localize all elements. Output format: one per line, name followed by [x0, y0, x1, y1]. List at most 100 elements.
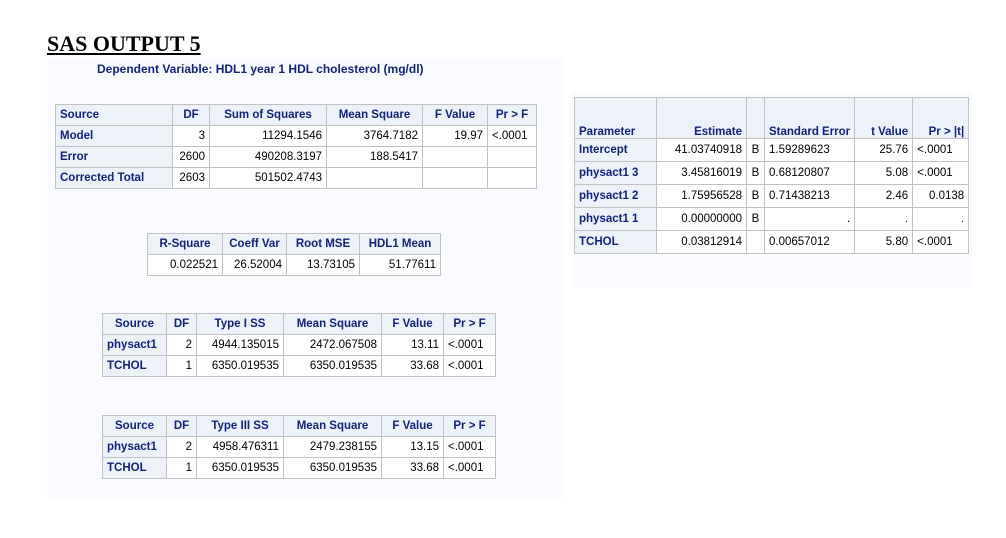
type1-header-type-i-ss: Type I SS — [196, 313, 284, 335]
table-cell: <.0001 — [912, 230, 970, 254]
table-cell: <.0001 — [912, 138, 970, 162]
table-cell: 33.68 — [381, 457, 444, 479]
table-cell: 2 — [166, 334, 197, 356]
table-cell: 6350.019535 — [283, 355, 382, 377]
table-cell — [422, 167, 488, 189]
table-row: physact1 2 4958.476311 2479.238155 13.15… — [102, 436, 496, 458]
type1-header-mean-square: Mean Square — [283, 313, 382, 335]
table-row: TCHOL 0.03812914 0.00657012 5.80 <.0001 — [574, 230, 970, 254]
table-cell: 0.022521 — [147, 254, 223, 276]
table-row: physact1 3 3.45816019 B 0.68120807 5.08 … — [574, 161, 970, 185]
type3-header-df: DF — [166, 415, 197, 437]
type3-header-f-value: F Value — [381, 415, 444, 437]
table-cell: 13.15 — [381, 436, 444, 458]
type1-ss-table: Source DF Type I SS Mean Square F Value … — [102, 313, 496, 377]
table-cell: . — [763, 207, 856, 231]
table-cell: . — [912, 207, 970, 231]
anova-header-sum-of-squares: Sum of Squares — [209, 104, 327, 126]
params-header-estimate: Estimate — [656, 97, 747, 139]
table-cell: 2600 — [172, 146, 210, 168]
table-cell — [487, 146, 537, 168]
table-cell: B — [746, 161, 765, 185]
table-cell: 490208.3197 — [209, 146, 327, 168]
table-row: Intercept 41.03740918 B 1.59289623 25.76… — [574, 138, 970, 162]
row-label: Intercept — [574, 138, 657, 162]
table-cell: 3.45816019 — [656, 161, 747, 185]
row-label: TCHOL — [574, 230, 657, 254]
fit-header-root-mse: Root MSE — [286, 233, 360, 255]
row-label: physact1 2 — [574, 184, 657, 208]
anova-table: Source DF Sum of Squares Mean Square F V… — [55, 104, 537, 189]
table-cell: 0.71438213 — [763, 184, 856, 208]
anova-header-df: DF — [172, 104, 210, 126]
type3-header-mean-square: Mean Square — [283, 415, 382, 437]
params-header-parameter: Parameter — [574, 97, 657, 139]
table-cell: <.0001 — [443, 457, 496, 479]
fit-statistics-table: R-Square Coeff Var Root MSE HDL1 Mean 0.… — [147, 233, 441, 276]
anova-header-row: Source DF Sum of Squares Mean Square F V… — [55, 104, 537, 126]
table-cell: 3 — [172, 125, 210, 147]
table-cell: 0.0138 — [912, 184, 970, 208]
row-label: Error — [55, 146, 173, 168]
type1-header-source: Source — [102, 313, 167, 335]
fit-header-r-square: R-Square — [147, 233, 223, 255]
table-cell: 26.52004 — [222, 254, 287, 276]
table-cell: 0.03812914 — [656, 230, 747, 254]
table-cell — [422, 146, 488, 168]
table-cell: 1 — [166, 457, 197, 479]
table-cell — [326, 167, 423, 189]
table-cell: <.0001 — [443, 334, 496, 356]
table-row: physact1 1 0.00000000 B . . . — [574, 207, 970, 231]
table-cell: 0.00000000 — [656, 207, 747, 231]
table-row: TCHOL 1 6350.019535 6350.019535 33.68 <.… — [102, 355, 496, 377]
page-heading: SAS OUTPUT 5 — [47, 31, 201, 56]
table-cell: 2603 — [172, 167, 210, 189]
table-cell: 13.73105 — [286, 254, 360, 276]
params-header-pr-t: Pr > |t| — [912, 97, 970, 139]
parameter-estimates-table: Parameter Estimate Standard Error t Valu… — [574, 97, 970, 254]
row-label: TCHOL — [102, 355, 167, 377]
fit-header-row: R-Square Coeff Var Root MSE HDL1 Mean — [147, 233, 441, 255]
table-row: physact1 2 4944.135015 2472.067508 13.11… — [102, 334, 496, 356]
table-cell: B — [746, 184, 765, 208]
table-cell: 5.08 — [854, 161, 914, 185]
table-cell: 51.77611 — [359, 254, 441, 276]
table-cell: <.0001 — [912, 161, 970, 185]
type3-header-row: Source DF Type III SS Mean Square F Valu… — [102, 415, 496, 437]
table-cell: 6350.019535 — [196, 457, 284, 479]
type1-header-f-value: F Value — [381, 313, 444, 335]
table-cell: 13.11 — [381, 334, 444, 356]
table-row: Model 3 11294.1546 3764.7182 19.97 <.000… — [55, 125, 537, 147]
table-cell: 1.75956528 — [656, 184, 747, 208]
table-cell: 6350.019535 — [196, 355, 284, 377]
table-cell: . — [854, 207, 914, 231]
anova-header-pr-f: Pr > F — [487, 104, 537, 126]
type1-header-pr-f: Pr > F — [443, 313, 496, 335]
anova-header-mean-square: Mean Square — [326, 104, 423, 126]
table-cell: <.0001 — [443, 436, 496, 458]
table-row: 0.022521 26.52004 13.73105 51.77611 — [147, 254, 441, 276]
row-label: Corrected Total — [55, 167, 173, 189]
table-cell: 33.68 — [381, 355, 444, 377]
fit-header-hdl1-mean: HDL1 Mean — [359, 233, 441, 255]
table-cell: B — [746, 207, 765, 231]
type3-header-pr-f: Pr > F — [443, 415, 496, 437]
table-cell — [487, 167, 537, 189]
table-cell: 1 — [166, 355, 197, 377]
params-header-t-value: t Value — [854, 97, 914, 139]
table-cell: 1.59289623 — [763, 138, 856, 162]
params-header-standard-error: Standard Error — [763, 97, 856, 139]
row-label: physact1 3 — [574, 161, 657, 185]
table-cell: 2472.067508 — [283, 334, 382, 356]
row-label: physact1 — [102, 436, 167, 458]
table-row: Corrected Total 2603 501502.4743 — [55, 167, 537, 189]
table-cell: <.0001 — [487, 125, 537, 147]
anova-header-f-value: F Value — [422, 104, 488, 126]
table-cell: 0.00657012 — [763, 230, 856, 254]
table-cell — [746, 230, 765, 254]
anova-header-source: Source — [55, 104, 173, 126]
type1-header-row: Source DF Type I SS Mean Square F Value … — [102, 313, 496, 335]
type3-header-source: Source — [102, 415, 167, 437]
table-cell: 6350.019535 — [283, 457, 382, 479]
table-cell: 11294.1546 — [209, 125, 327, 147]
